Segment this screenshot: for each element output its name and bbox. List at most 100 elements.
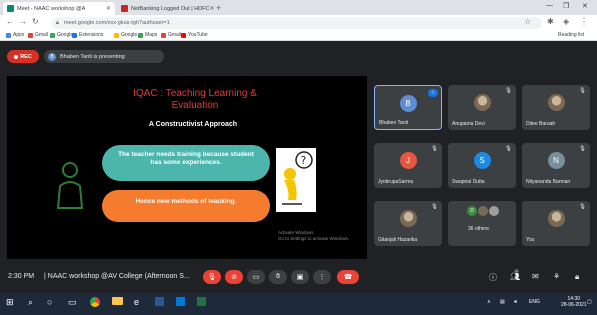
maximize-icon[interactable]: ❐: [563, 2, 569, 10]
mic-off-icon: 🎙︎: [431, 204, 438, 210]
mic-off-icon: 🎙︎: [505, 88, 512, 94]
avatar: [478, 206, 488, 216]
captions-icon: ▭: [252, 274, 260, 281]
google-icon: [114, 32, 119, 38]
system-clock[interactable]: 14:30 28-06-2021: [561, 296, 587, 308]
store-icon[interactable]: [176, 297, 185, 308]
youtube-icon: [181, 32, 186, 38]
participant-tile[interactable]: B ⁝⁝ Bhaben Tanti: [374, 85, 442, 130]
avatar: J: [399, 152, 417, 169]
tab-hdfc[interactable]: NetBanking Logged Out | HDFC ✕: [117, 2, 215, 15]
tab-meet[interactable]: Meet - NAAC workshop @A ✕: [3, 2, 115, 15]
bookmark-google-2[interactable]: Google: [114, 32, 137, 38]
chat-icon: ✉︎: [532, 272, 539, 281]
close-tab-icon[interactable]: ✕: [106, 5, 111, 12]
bookmark-google[interactable]: Google: [50, 32, 73, 38]
recording-badge: REC: [7, 50, 39, 63]
slide-box-teacher: The teacher needs training because stude…: [102, 145, 270, 181]
avatar: [399, 210, 417, 227]
gmail-icon: [161, 32, 166, 38]
participant-tile-others[interactable]: D 36 others: [448, 201, 516, 246]
thinking-figure-icon: ?: [276, 148, 316, 212]
puzzle-icon[interactable]: ◈: [563, 17, 569, 26]
bookmark-maps[interactable]: Maps: [138, 32, 157, 38]
host-controls-button[interactable]: 🔒︎: [575, 272, 579, 282]
reload-icon[interactable]: ↻: [32, 17, 39, 26]
back-icon[interactable]: ←: [6, 17, 14, 26]
menu-icon[interactable]: ⋮: [580, 17, 588, 26]
excel-icon[interactable]: [197, 297, 206, 308]
minimize-icon[interactable]: —: [546, 2, 553, 9]
record-dot-icon: [14, 54, 19, 59]
maps-icon: [138, 32, 143, 38]
participant-name: You: [526, 237, 535, 243]
bookmark-gmail[interactable]: Gmail: [28, 32, 48, 38]
chat-button[interactable]: ✉︎: [532, 272, 539, 281]
address-bar[interactable]: 🔒︎ meet.google.com/xxx-gkus-tgh?authuser…: [52, 17, 542, 29]
avatar: S: [473, 152, 491, 169]
bookmark-youtube[interactable]: YouTube: [181, 32, 208, 38]
participant-name: Bhaben Tanti: [379, 120, 409, 126]
participant-tile-self[interactable]: 🎙︎ You: [522, 201, 590, 246]
notifications-icon[interactable]: ▢: [587, 299, 592, 305]
input-language[interactable]: ENG: [529, 299, 540, 305]
avatar: [547, 210, 565, 227]
bookmark-extensions[interactable]: Extensions: [72, 32, 103, 38]
participant-tile[interactable]: 🎙︎ Anupama Devi: [448, 85, 516, 130]
participant-tile[interactable]: J 🎙︎ JyotirupaSarma: [374, 143, 442, 188]
tray-chevron-icon[interactable]: ∧: [487, 299, 491, 305]
file-explorer-icon[interactable]: [112, 297, 123, 307]
others-avatars: D: [467, 206, 499, 216]
taskview-icon[interactable]: ▭: [68, 297, 77, 308]
presenting-text: Bhaben Tanti is presenting: [60, 53, 125, 60]
task-view-icon[interactable]: ○: [47, 297, 52, 307]
participant-tile[interactable]: 🎙︎ Gitanjali Hazarika: [374, 201, 442, 246]
participant-name: Gitanjali Hazarika: [378, 237, 418, 243]
close-window-icon[interactable]: ✕: [582, 2, 588, 10]
close-tab-icon[interactable]: ✕: [209, 5, 214, 12]
slide-title: IQAC : Teaching Learning & Evaluation: [133, 88, 257, 111]
svg-text:?: ?: [301, 154, 307, 167]
network-icon[interactable]: ▤: [500, 299, 505, 305]
avatar: [547, 94, 565, 111]
bookmark-star-icon[interactable]: ☆: [524, 17, 531, 26]
search-icon[interactable]: ⌕: [28, 297, 33, 308]
chrome-taskbar-icon[interactable]: [90, 297, 100, 309]
raise-hand-button[interactable]: ✋︎: [269, 270, 287, 284]
camera-toggle-button[interactable]: ⊘: [225, 270, 243, 284]
more-options-button[interactable]: ⋮: [313, 270, 331, 284]
mic-toggle-button[interactable]: 🎙︎: [203, 270, 221, 284]
participant-tile[interactable]: S 🎙︎ Swapnal Dutta: [448, 143, 516, 188]
activities-icon: ⚘: [553, 272, 561, 281]
participant-name: Swapnal Dutta: [452, 179, 485, 185]
meet-favicon-icon: [7, 5, 14, 12]
participant-tile[interactable]: N 🎙︎ Nityananda Barman: [522, 143, 590, 188]
leave-call-button[interactable]: ☎︎: [337, 270, 359, 284]
activate-windows-watermark: Activate Windows Go to Settings to activ…: [278, 230, 350, 241]
people-button[interactable]: 👥︎: [510, 272, 520, 281]
present-button[interactable]: ▣: [291, 270, 309, 284]
extensions-icon: [72, 32, 77, 38]
bookmark-apps[interactable]: Apps: [6, 32, 24, 38]
gmail-icon: [28, 32, 33, 38]
bookmark-gmail-2[interactable]: Gmail: [161, 32, 181, 38]
hand-icon: ✋︎: [276, 273, 280, 280]
present-icon: ▣: [296, 274, 304, 281]
participant-tile[interactable]: 🎙︎ Ditee Baruah: [522, 85, 590, 130]
windows-start-icon[interactable]: ⊞: [6, 297, 14, 308]
edge-icon[interactable]: e: [134, 297, 139, 307]
word-icon[interactable]: [155, 297, 164, 308]
lock-person-icon: 🔒︎: [575, 272, 580, 281]
captions-button[interactable]: ▭: [247, 270, 265, 284]
extension-icon[interactable]: ✱: [547, 17, 554, 26]
meeting-details-button[interactable]: ⓘ: [489, 272, 497, 283]
volume-icon[interactable]: 🔊︎: [514, 299, 517, 305]
mic-off-icon: 🎙︎: [579, 146, 586, 152]
participant-name: 36 others: [468, 226, 489, 232]
activities-button[interactable]: ⚘: [553, 272, 560, 281]
reading-list[interactable]: Reading list: [558, 32, 584, 38]
new-tab-icon[interactable]: +: [216, 3, 221, 13]
mic-off-icon: 🎙︎: [579, 88, 586, 94]
forward-icon[interactable]: →: [19, 17, 27, 26]
slide-box-methods: Hence new methods of teacking.: [102, 190, 270, 222]
